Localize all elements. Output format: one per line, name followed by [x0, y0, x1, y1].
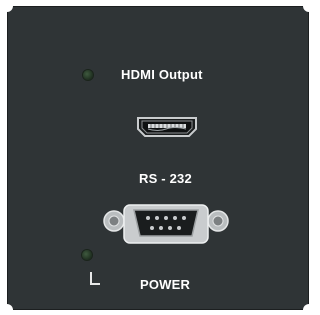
- hdmi-port-icon[interactable]: [136, 116, 198, 138]
- panel-corner: [7, 304, 13, 310]
- power-status-led-icon: [82, 250, 92, 260]
- power-label: POWER: [140, 277, 191, 292]
- panel-corner: [303, 6, 309, 12]
- hdmi-status-led-icon: [83, 70, 93, 80]
- hdmi-output-label: HDMI Output: [121, 67, 203, 82]
- panel-corner: [303, 304, 309, 310]
- wall-plate-panel: HDMI Output RS - 232 POWER: [7, 6, 309, 310]
- db9-serial-port-icon[interactable]: [102, 201, 230, 245]
- rs232-label: RS - 232: [139, 171, 192, 186]
- panel-corner: [7, 6, 13, 12]
- power-corner-mark-icon: [90, 272, 100, 285]
